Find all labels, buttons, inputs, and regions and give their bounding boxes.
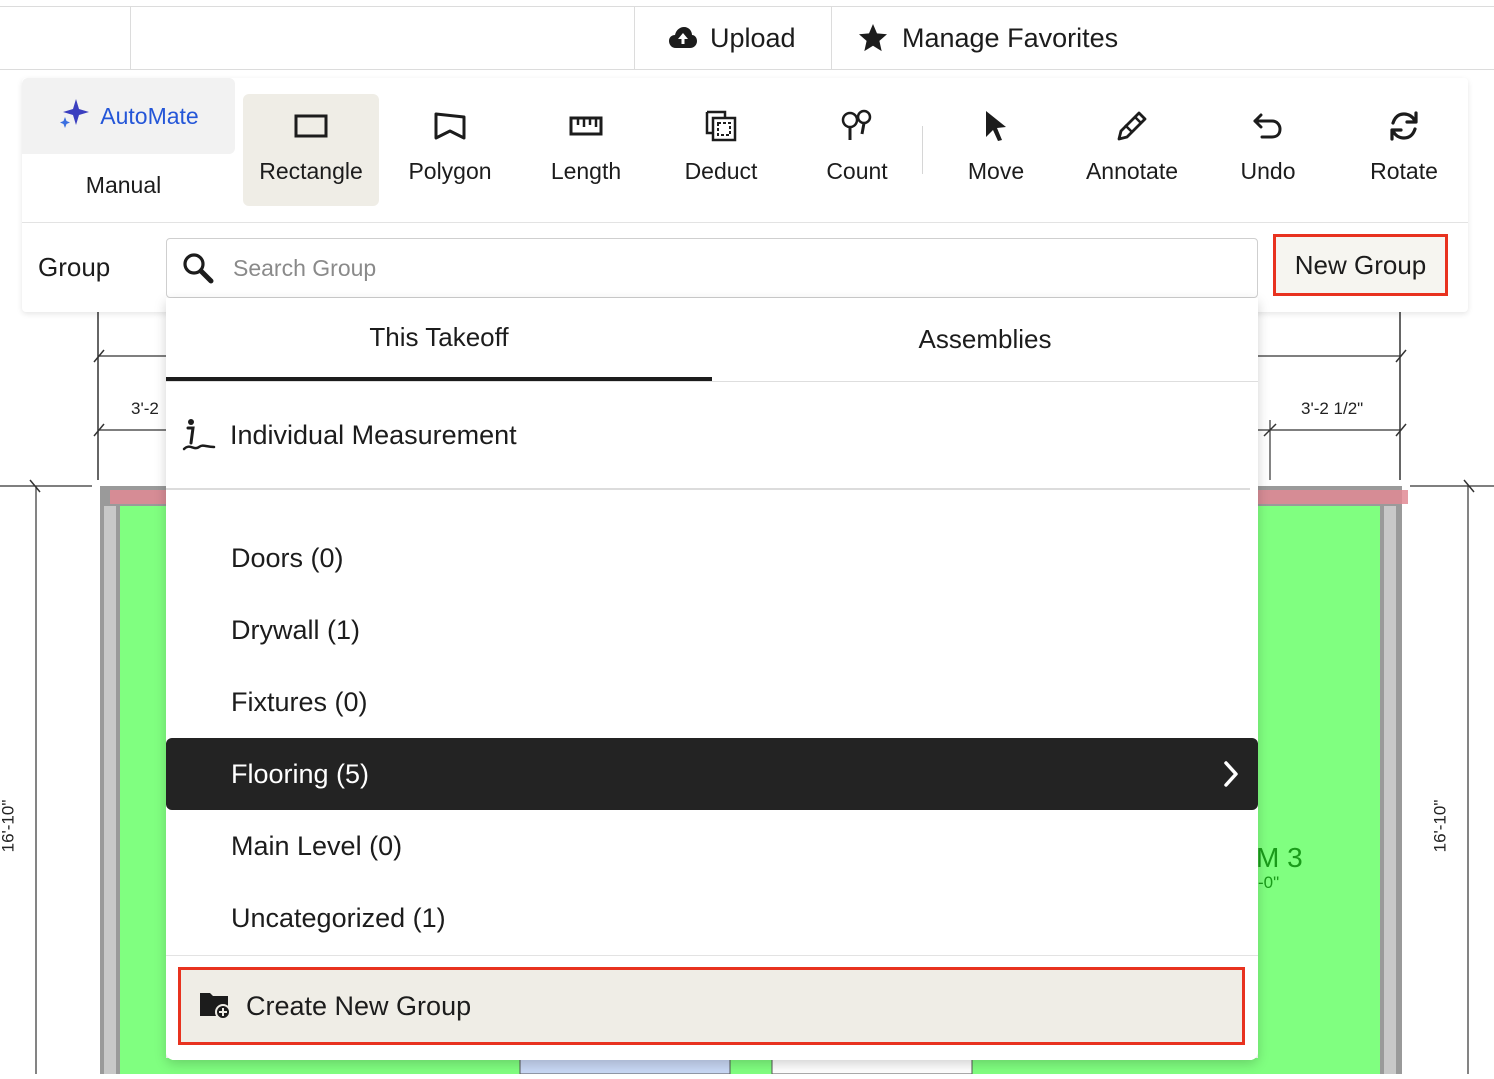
tool-row: AutoMate Manual Rectangle Polygon Length (22, 78, 1468, 223)
folder-add-icon (198, 988, 232, 1025)
group-label: Group (38, 252, 111, 282)
undo-tool[interactable]: Undo (1200, 94, 1336, 206)
move-tool-label: Move (967, 158, 1025, 184)
group-item-doors[interactable]: Doors (0) (166, 522, 1258, 594)
plan-dimension-right-side: 16'-10" (1430, 799, 1450, 853)
move-tool[interactable]: Move (928, 94, 1064, 206)
plan-room-label: M 3 (1256, 842, 1303, 873)
create-new-group-button[interactable]: Create New Group (178, 967, 1245, 1045)
count-pins-icon (840, 108, 874, 144)
rectangle-icon (294, 108, 328, 144)
plan-dimension-left-side: 16'-10" (0, 799, 18, 853)
upload-label: Upload (710, 22, 796, 53)
search-icon (181, 251, 215, 290)
length-tool-label: Length (550, 158, 622, 184)
tab-this-takeoff[interactable]: This Takeoff (166, 298, 712, 381)
individual-measurement-item[interactable]: Individual Measurement (166, 382, 1250, 490)
plan-room-sublabel: -0" (1258, 873, 1280, 892)
manual-tab[interactable]: Manual (22, 158, 225, 212)
rotate-tool-label: Rotate (1370, 158, 1438, 184)
deduct-tool-label: Deduct (684, 158, 758, 184)
group-item-main-level[interactable]: Main Level (0) (166, 810, 1258, 882)
group-item-label: Drywall (1) (231, 614, 361, 645)
deduct-tool[interactable]: Deduct (653, 94, 789, 206)
cursor-arrow-icon (981, 108, 1011, 144)
annotate-tool-label: Annotate (1085, 158, 1179, 184)
rotate-tool[interactable]: Rotate (1336, 94, 1472, 206)
rectangle-tool[interactable]: Rectangle (243, 94, 379, 206)
top-divider (831, 7, 832, 69)
polygon-icon (433, 108, 467, 144)
plan-dimension-left-top: 3'-2 (131, 399, 159, 418)
rotate-icon (1387, 108, 1421, 144)
create-new-group-label: Create New Group (246, 990, 472, 1021)
manage-favorites-button[interactable]: Manage Favorites (856, 7, 1118, 69)
group-item-label: Uncategorized (1) (231, 902, 446, 933)
length-tool[interactable]: Length (518, 94, 654, 206)
manage-favorites-label: Manage Favorites (902, 22, 1119, 53)
dropdown-tabs: This Takeoff Assemblies (166, 298, 1258, 382)
ruler-icon (569, 108, 603, 144)
group-item-label: Flooring (5) (231, 758, 370, 789)
count-tool-label: Count (826, 158, 888, 184)
deduct-icon (704, 108, 738, 144)
annotate-tool[interactable]: Annotate (1064, 94, 1200, 206)
group-item-fixtures[interactable]: Fixtures (0) (166, 666, 1258, 738)
group-item-uncategorized[interactable]: Uncategorized (1) (166, 882, 1258, 954)
individual-measurement-label: Individual Measurement (230, 419, 517, 450)
sparkle-icon (58, 97, 92, 135)
group-item-flooring[interactable]: Flooring (5) (166, 738, 1258, 810)
automate-label: AutoMate (100, 102, 199, 129)
cloud-upload-icon (668, 26, 698, 50)
automate-button[interactable]: AutoMate (22, 78, 235, 154)
undo-icon (1252, 108, 1284, 144)
measure-pen-icon (182, 417, 216, 453)
tab-assemblies[interactable]: Assemblies (712, 298, 1258, 381)
group-item-drywall[interactable]: Drywall (1) (166, 594, 1258, 666)
create-group-footer: Create New Group (166, 955, 1258, 1060)
search-group-input[interactable] (231, 247, 1235, 289)
star-icon (856, 22, 890, 54)
count-tool[interactable]: Count (789, 94, 925, 206)
tool-panel: AutoMate Manual Rectangle Polygon Length (22, 78, 1468, 312)
top-divider (130, 7, 131, 69)
polygon-tool-label: Polygon (408, 158, 492, 184)
upload-button[interactable]: Upload (668, 7, 796, 69)
undo-tool-label: Undo (1240, 158, 1296, 184)
new-group-button[interactable]: New Group (1273, 234, 1448, 296)
top-bar: Upload Manage Favorites (0, 6, 1494, 70)
group-item-label: Main Level (0) (231, 830, 403, 861)
top-divider (634, 7, 635, 69)
polygon-tool[interactable]: Polygon (382, 94, 518, 206)
plan-dimension-right-top: 3'-2 1/2" (1301, 399, 1364, 418)
pen-icon (1115, 108, 1149, 144)
group-dropdown: This Takeoff Assemblies Individual Measu… (166, 298, 1258, 1060)
group-item-label: Fixtures (0) (231, 686, 368, 717)
rectangle-tool-label: Rectangle (259, 158, 363, 184)
search-group-box (166, 238, 1258, 298)
chevron-right-icon (1222, 760, 1240, 795)
group-item-label: Doors (0) (231, 542, 344, 573)
tool-separator (922, 126, 923, 174)
